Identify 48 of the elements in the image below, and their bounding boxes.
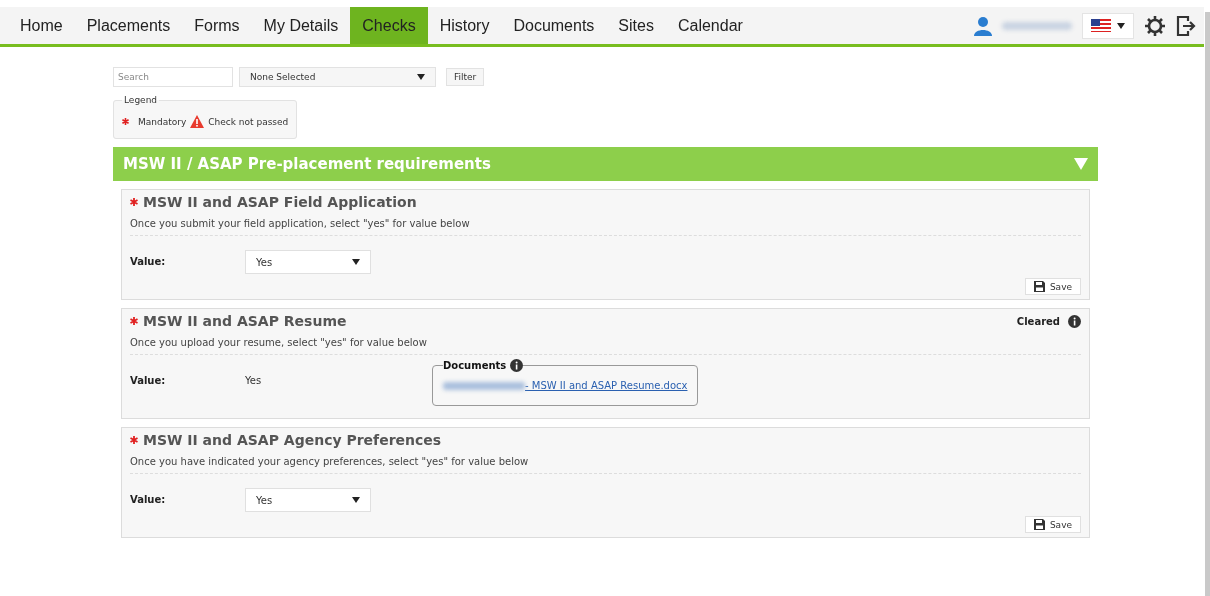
search-field[interactable]: Search: [113, 67, 233, 87]
legend-label: Check not passed: [208, 116, 289, 127]
documents-title: Documents: [443, 360, 507, 371]
scrollbar[interactable]: [1205, 12, 1210, 596]
caret-icon: [352, 259, 360, 265]
nav-tab[interactable]: Placements: [74, 7, 183, 44]
value-label: Value:: [130, 256, 167, 267]
user-icon[interactable]: [974, 15, 992, 36]
filter-dropdown[interactable]: None Selected: [239, 67, 436, 87]
document-link[interactable]: - MSW II and ASAP Resume.docx: [525, 380, 688, 391]
language-dropdown[interactable]: [1082, 12, 1134, 39]
nav-tab[interactable]: Forms: [182, 7, 252, 44]
check-title: MSW II and ASAP Agency Preferences: [143, 432, 442, 448]
legend-label: Mandatory: [138, 116, 187, 127]
check-description: Once you upload your resume, select "yes" for value below: [130, 337, 1081, 355]
caret-icon: [352, 497, 360, 503]
settings-icon[interactable]: [1144, 14, 1166, 37]
check-title: MSW II and ASAP Resume: [143, 313, 347, 329]
info-icon[interactable]: [1068, 314, 1081, 328]
asterisk-icon: [122, 118, 129, 125]
flag-icon: [1091, 19, 1111, 32]
nav-tab[interactable]: Home: [8, 7, 75, 44]
value-dropdown[interactable]: Yes: [245, 250, 371, 274]
value-label: Value:: [130, 494, 167, 505]
legend-title: Legend: [123, 95, 159, 105]
group-title: MSW II / ASAP Pre-placement requirements: [123, 155, 491, 173]
redacted-name: [1002, 21, 1072, 30]
nav-tab[interactable]: Documents: [501, 7, 607, 44]
caret-icon: [1117, 22, 1125, 29]
nav-tab[interactable]: Sites: [606, 7, 666, 44]
value-dropdown[interactable]: Yes: [245, 488, 371, 512]
info-icon[interactable]: [510, 359, 524, 372]
nav-tab[interactable]: My Details: [251, 7, 351, 44]
warning-icon: [190, 115, 205, 128]
check-description: Once you have indicated your agency preferences, select "yes" for value below: [130, 456, 1081, 474]
status-label: Cleared: [1016, 315, 1060, 327]
save-button[interactable]: Save: [1024, 516, 1081, 533]
nav-tab[interactable]: Calendar: [665, 7, 755, 44]
check-description: Once you submit your field application, select "yes" for value below: [130, 218, 1081, 236]
nav-tab[interactable]: Checks: [350, 7, 428, 44]
value-text: Yes: [245, 375, 263, 386]
save-button[interactable]: Save: [1024, 278, 1081, 295]
caret-icon: [417, 74, 425, 80]
filter-button[interactable]: Filter: [446, 68, 485, 86]
check-title: MSW II and ASAP Field Application: [143, 194, 417, 210]
value-label: Value:: [130, 375, 167, 386]
logout-icon[interactable]: [1176, 14, 1196, 37]
nav-tab[interactable]: History: [427, 7, 502, 44]
